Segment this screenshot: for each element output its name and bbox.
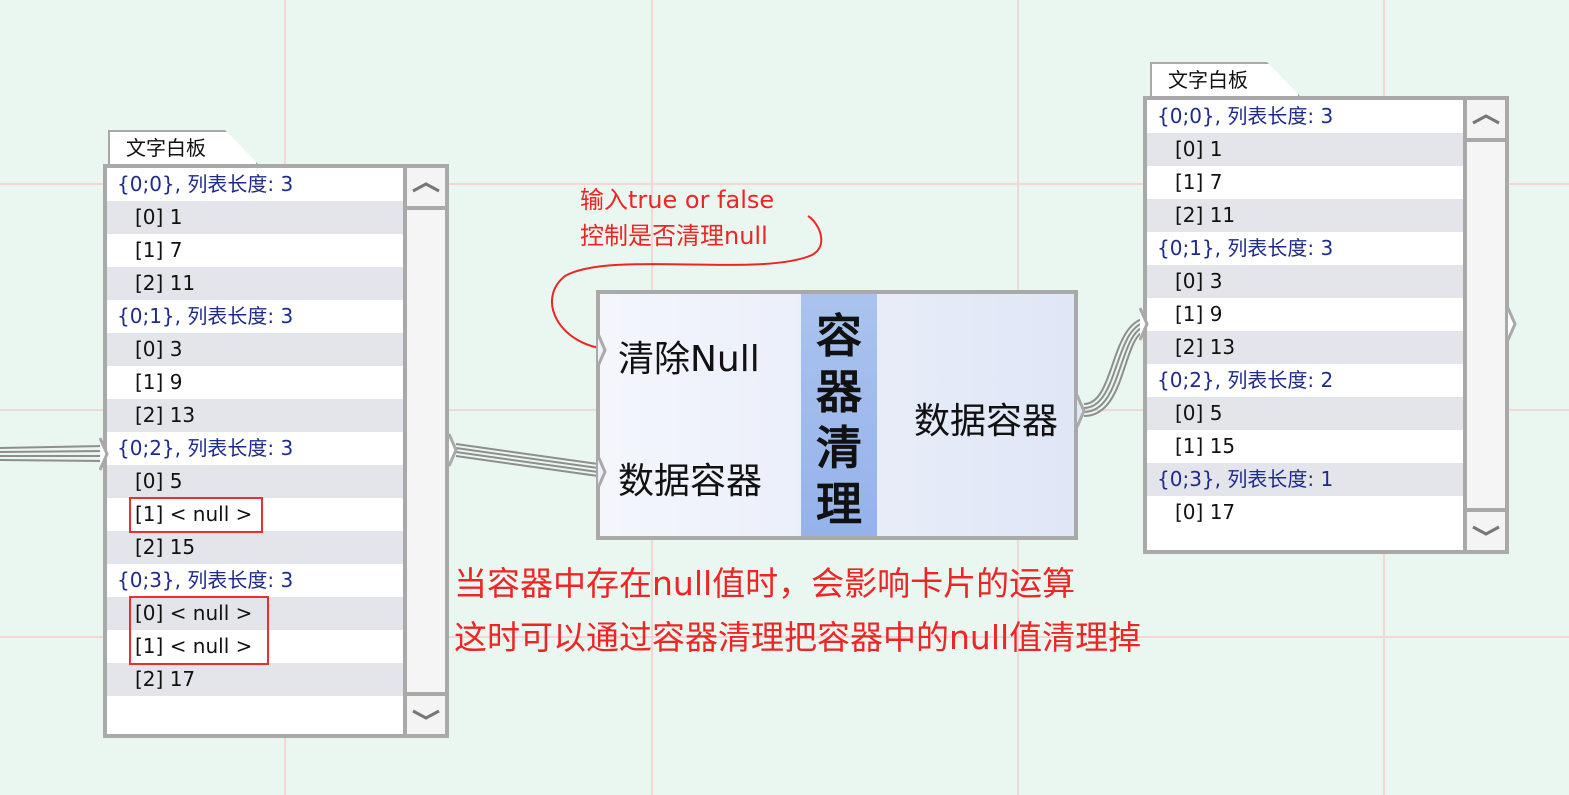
container-clean-component[interactable]: 容器清理 清除Null 数据容器 数据容器	[596, 290, 1078, 540]
left-scroll-up-button[interactable]	[407, 168, 445, 210]
list-group-header: {0;1}, 列表长度: 3	[1147, 232, 1463, 265]
left-scrollbar[interactable]	[403, 168, 445, 734]
data-container-input-port[interactable]	[597, 454, 607, 490]
right-panel-output-port[interactable]	[1507, 306, 1517, 342]
list-item: [1] 9	[107, 366, 403, 399]
list-group-header: {0;3}, 列表长度: 3	[107, 564, 403, 597]
data-container-input-label: 数据容器	[618, 461, 763, 502]
component-title-band: 容器清理	[801, 294, 877, 536]
chevron-down-icon	[412, 709, 440, 720]
component-title-char: 器	[816, 365, 862, 419]
right-panel-list[interactable]: {0;0}, 列表长度: 3 [0] 1 [1] 7 [2] 11 {0;1}, 列表长…	[1147, 100, 1463, 529]
left-panel-input-port[interactable]	[99, 436, 109, 472]
right-scroll-down-button[interactable]	[1467, 508, 1505, 550]
list-item: [1] 7	[1147, 166, 1463, 199]
list-item: [0] 3	[1147, 265, 1463, 298]
list-item: [2] 13	[107, 399, 403, 432]
input-hint-line1: 输入true or false	[580, 186, 775, 214]
list-item: [2] 17	[107, 663, 403, 696]
list-group-header: {0;2}, 列表长度: 3	[107, 432, 403, 465]
chevron-up-icon	[412, 182, 440, 193]
chevron-down-icon	[1472, 525, 1500, 536]
list-item: [2] 11	[1147, 199, 1463, 232]
panel-to-component-wire	[455, 443, 599, 477]
list-item: [0] 17	[1147, 496, 1463, 529]
null-highlight-box	[129, 497, 263, 533]
list-group-header: {0;1}, 列表长度: 3	[107, 300, 403, 333]
chevron-up-icon	[1472, 114, 1500, 125]
list-group-header: {0;0}, 列表长度: 3	[1147, 100, 1463, 133]
left-scroll-down-button[interactable]	[407, 692, 445, 734]
null-highlight-box	[129, 596, 269, 665]
list-item: [2] 11	[107, 267, 403, 300]
note-line1: 当容器中存在null值时，会影响卡片的运算	[454, 564, 1076, 603]
data-container-output-label: 数据容器	[914, 401, 1059, 442]
list-item: [0] 5	[107, 465, 403, 498]
left-panel-tab-label: 文字白板	[126, 136, 206, 160]
list-item: [1] 9	[1147, 298, 1463, 331]
list-group-header: {0;3}, 列表长度: 1	[1147, 463, 1463, 496]
left-panel-tab[interactable]: 文字白板	[108, 130, 258, 164]
right-text-panel[interactable]: {0;0}, 列表长度: 3 [0] 1 [1] 7 [2] 11 {0;1}, 列表长…	[1143, 96, 1509, 554]
right-scroll-up-button[interactable]	[1467, 100, 1505, 142]
clear-null-input-label: 清除Null	[618, 339, 760, 380]
input-hint-line2: 控制是否清理null	[580, 222, 768, 250]
left-panel-output-port[interactable]	[448, 432, 458, 468]
list-item: [2] 13	[1147, 331, 1463, 364]
list-item: [0] 1	[107, 201, 403, 234]
incoming-wire	[0, 445, 105, 462]
right-panel-tab-label: 文字白板	[1168, 68, 1248, 92]
data-container-output-port[interactable]	[1076, 393, 1086, 429]
list-group-header: {0;2}, 列表长度: 2	[1147, 364, 1463, 397]
right-panel-input-port[interactable]	[1139, 306, 1149, 342]
component-title-char: 清	[816, 421, 862, 475]
list-item: [2] 15	[107, 531, 403, 564]
list-group-header: {0;0}, 列表长度: 3	[107, 168, 403, 201]
list-item: [1] 7	[107, 234, 403, 267]
component-title-char: 容	[816, 309, 862, 363]
list-item: [0] 5	[1147, 397, 1463, 430]
list-item: [0] 3	[107, 333, 403, 366]
component-title-char: 理	[816, 477, 862, 531]
component-to-panel-wire	[1083, 317, 1148, 417]
component-title: 容器清理	[801, 308, 877, 532]
list-item: [1] 15	[1147, 430, 1463, 463]
list-item: [0] 1	[1147, 133, 1463, 166]
clear-null-input-port[interactable]	[597, 332, 607, 368]
right-panel-tab[interactable]: 文字白板	[1150, 62, 1300, 96]
note-line2: 这时可以通过容器清理把容器中的null值清理掉	[454, 618, 1142, 657]
right-scrollbar[interactable]	[1463, 100, 1505, 550]
